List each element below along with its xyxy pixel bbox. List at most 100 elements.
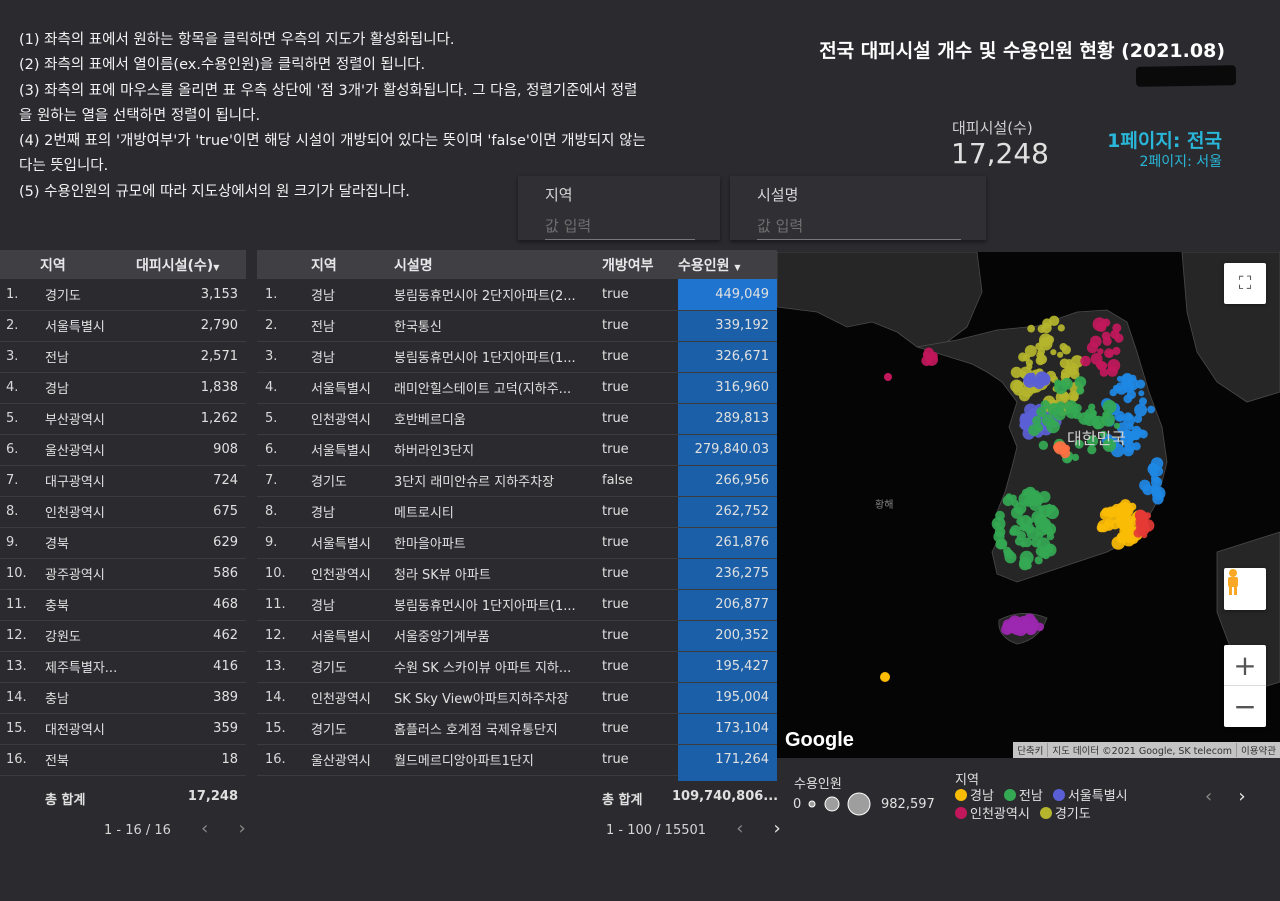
table-row[interactable]: 8. 경남 메트로시티 true 262,752: [257, 496, 777, 528]
legend-item[interactable]: 경기도: [1039, 807, 1091, 822]
shelter-dot[interactable]: [1012, 623, 1021, 632]
shelter-dot[interactable]: [1109, 388, 1118, 397]
table-row[interactable]: 10. 광주광역시 586: [0, 558, 246, 590]
legend-item[interactable]: 전남: [1003, 789, 1043, 804]
shelter-dot[interactable]: [1144, 512, 1151, 520]
table-row[interactable]: 15. 대전광역시 359: [0, 713, 246, 745]
table-row[interactable]: 4. 경남 1,838: [0, 372, 246, 404]
table-row[interactable]: 2. 서울특별시 2,790: [0, 310, 246, 342]
shortcuts-link[interactable]: 단축키: [1013, 743, 1047, 757]
shelter-dot[interactable]: [1031, 510, 1045, 524]
shelter-dot[interactable]: [1147, 405, 1155, 414]
prev-page-icon[interactable]: ‹: [736, 818, 743, 839]
shelter-dot[interactable]: [1142, 484, 1154, 496]
shelter-dot[interactable]: [1053, 441, 1067, 455]
shelter-dot[interactable]: [1102, 336, 1112, 346]
table-row[interactable]: 6. 울산광역시 908: [0, 434, 246, 466]
street-view-button[interactable]: [1224, 568, 1266, 610]
shelter-dot[interactable]: [1106, 350, 1114, 358]
shelter-dot[interactable]: [1023, 418, 1032, 427]
shelter-dot[interactable]: [1035, 356, 1045, 366]
header-capacity[interactable]: 수용인원 ▼: [678, 250, 777, 279]
table-row[interactable]: 2. 전남 한국통신 true 339,192: [257, 310, 777, 342]
shelter-dot[interactable]: [1036, 406, 1047, 418]
table-row[interactable]: 15. 경기도 홈플러스 호계점 국제유통단지 true 173,104: [257, 713, 777, 745]
shelter-dot[interactable]: [1134, 403, 1148, 417]
shelter-dot[interactable]: [1057, 324, 1065, 332]
header-open-status[interactable]: 개방여부: [602, 250, 678, 279]
shelter-dot[interactable]: [1070, 393, 1078, 402]
shelter-dot[interactable]: [1057, 351, 1064, 358]
next-page-icon[interactable]: ›: [238, 818, 245, 839]
shelter-dot[interactable]: [1023, 496, 1034, 507]
shelter-dot[interactable]: [1142, 519, 1155, 532]
table-row[interactable]: 3. 전남 2,571: [0, 341, 246, 373]
next-page-icon[interactable]: ›: [1238, 786, 1245, 807]
shelter-dot[interactable]: [1041, 551, 1050, 560]
shelter-dot[interactable]: [1112, 346, 1121, 356]
legend-item[interactable]: 서울특별시: [1052, 789, 1128, 804]
shelter-dot[interactable]: [1106, 365, 1118, 377]
shelter-dot[interactable]: [1046, 503, 1053, 511]
prev-page-icon[interactable]: ‹: [1205, 786, 1212, 807]
shelter-dot[interactable]: [922, 351, 930, 358]
shelter-dot[interactable]: [1032, 494, 1044, 506]
shelter-dot[interactable]: [1038, 440, 1049, 450]
shelter-dot[interactable]: [1024, 372, 1036, 384]
table-row[interactable]: 13. 제주특별자... 416: [0, 651, 246, 683]
shelter-dot[interactable]: [1037, 348, 1045, 356]
shelter-dot[interactable]: [1018, 352, 1028, 362]
table-row[interactable]: 1. 경남 봉림동휴먼시아 2단지아파트(2... true 449,049: [257, 279, 777, 311]
terms-link[interactable]: 이용약관: [1236, 743, 1280, 757]
filter-facility-input[interactable]: [757, 212, 961, 240]
shelter-dot[interactable]: [1003, 549, 1014, 560]
shelter-dot[interactable]: [1050, 349, 1057, 356]
shelter-dot[interactable]: [1039, 374, 1051, 386]
shelter-dot[interactable]: [1016, 517, 1025, 526]
shelter-dot[interactable]: [1061, 345, 1071, 355]
page-link-2[interactable]: 2페이지: 서울: [1060, 151, 1222, 171]
header-facility-name[interactable]: 시설명: [394, 250, 602, 279]
header-region[interactable]: 지역: [290, 250, 394, 279]
shelter-dot[interactable]: [1027, 488, 1035, 496]
shelter-dot[interactable]: [1120, 504, 1128, 512]
shelter-dot[interactable]: [1066, 359, 1073, 366]
table-row[interactable]: 12. 서울특별시 서울중앙기계부품 true 200,352: [257, 620, 777, 652]
fullscreen-button[interactable]: ⛶: [1224, 263, 1266, 304]
table-row[interactable]: 10. 인천광역시 청라 SK뷰 아파트 true 236,275: [257, 558, 777, 590]
page-link-1[interactable]: 1페이지: 전국: [1060, 126, 1222, 153]
shelter-dot[interactable]: [884, 373, 892, 381]
shelter-dot[interactable]: [994, 521, 1001, 528]
shelter-dot[interactable]: [1116, 375, 1123, 382]
zoom-in-icon[interactable]: +: [1224, 646, 1266, 686]
header-region[interactable]: 지역: [40, 250, 136, 279]
shelter-dot[interactable]: [1039, 333, 1053, 347]
table-row[interactable]: 1. 경기도 3,153: [0, 279, 246, 311]
shelter-dot[interactable]: [1133, 528, 1143, 538]
shelter-dot[interactable]: [1012, 383, 1025, 396]
shelter-dot[interactable]: [1102, 318, 1111, 327]
table-row[interactable]: 3. 경남 봉림동휴먼시아 1단지아파트(1... true 326,671: [257, 341, 777, 373]
filter-region-input[interactable]: [545, 212, 695, 240]
table-row[interactable]: 5. 인천광역시 호반베르디움 true 289,813: [257, 403, 777, 435]
shelter-dot[interactable]: [1080, 355, 1091, 367]
shelter-dot[interactable]: [1084, 408, 1097, 420]
shelter-dot[interactable]: [1132, 442, 1141, 451]
shelter-dot[interactable]: [1055, 401, 1066, 411]
legend-item[interactable]: 인천광역시: [955, 807, 1030, 822]
shelter-dot[interactable]: [1010, 506, 1024, 519]
shelter-dot[interactable]: [1090, 335, 1102, 348]
shelter-dot[interactable]: [1010, 366, 1023, 379]
shelter-dot[interactable]: [1044, 520, 1051, 527]
table-row[interactable]: 16. 전북 18: [0, 744, 246, 776]
shelter-map[interactable]: 대한민국 황해 ⛶ + − Google 단축키 지도 데이터 ©2021 Go…: [777, 252, 1280, 758]
shelter-dot[interactable]: [1042, 318, 1053, 329]
shelter-dot[interactable]: [1139, 397, 1147, 406]
shelter-dot[interactable]: [1139, 429, 1148, 439]
table-row[interactable]: 14. 인천광역시 SK Sky View아파트지하주차장 true 195,004: [257, 682, 777, 714]
shelter-dot[interactable]: [1076, 386, 1085, 395]
shelter-dot[interactable]: [1138, 390, 1145, 397]
shelter-dot[interactable]: [1027, 324, 1035, 333]
shelter-dot[interactable]: [1035, 423, 1044, 432]
shelter-dot[interactable]: [1026, 363, 1033, 370]
